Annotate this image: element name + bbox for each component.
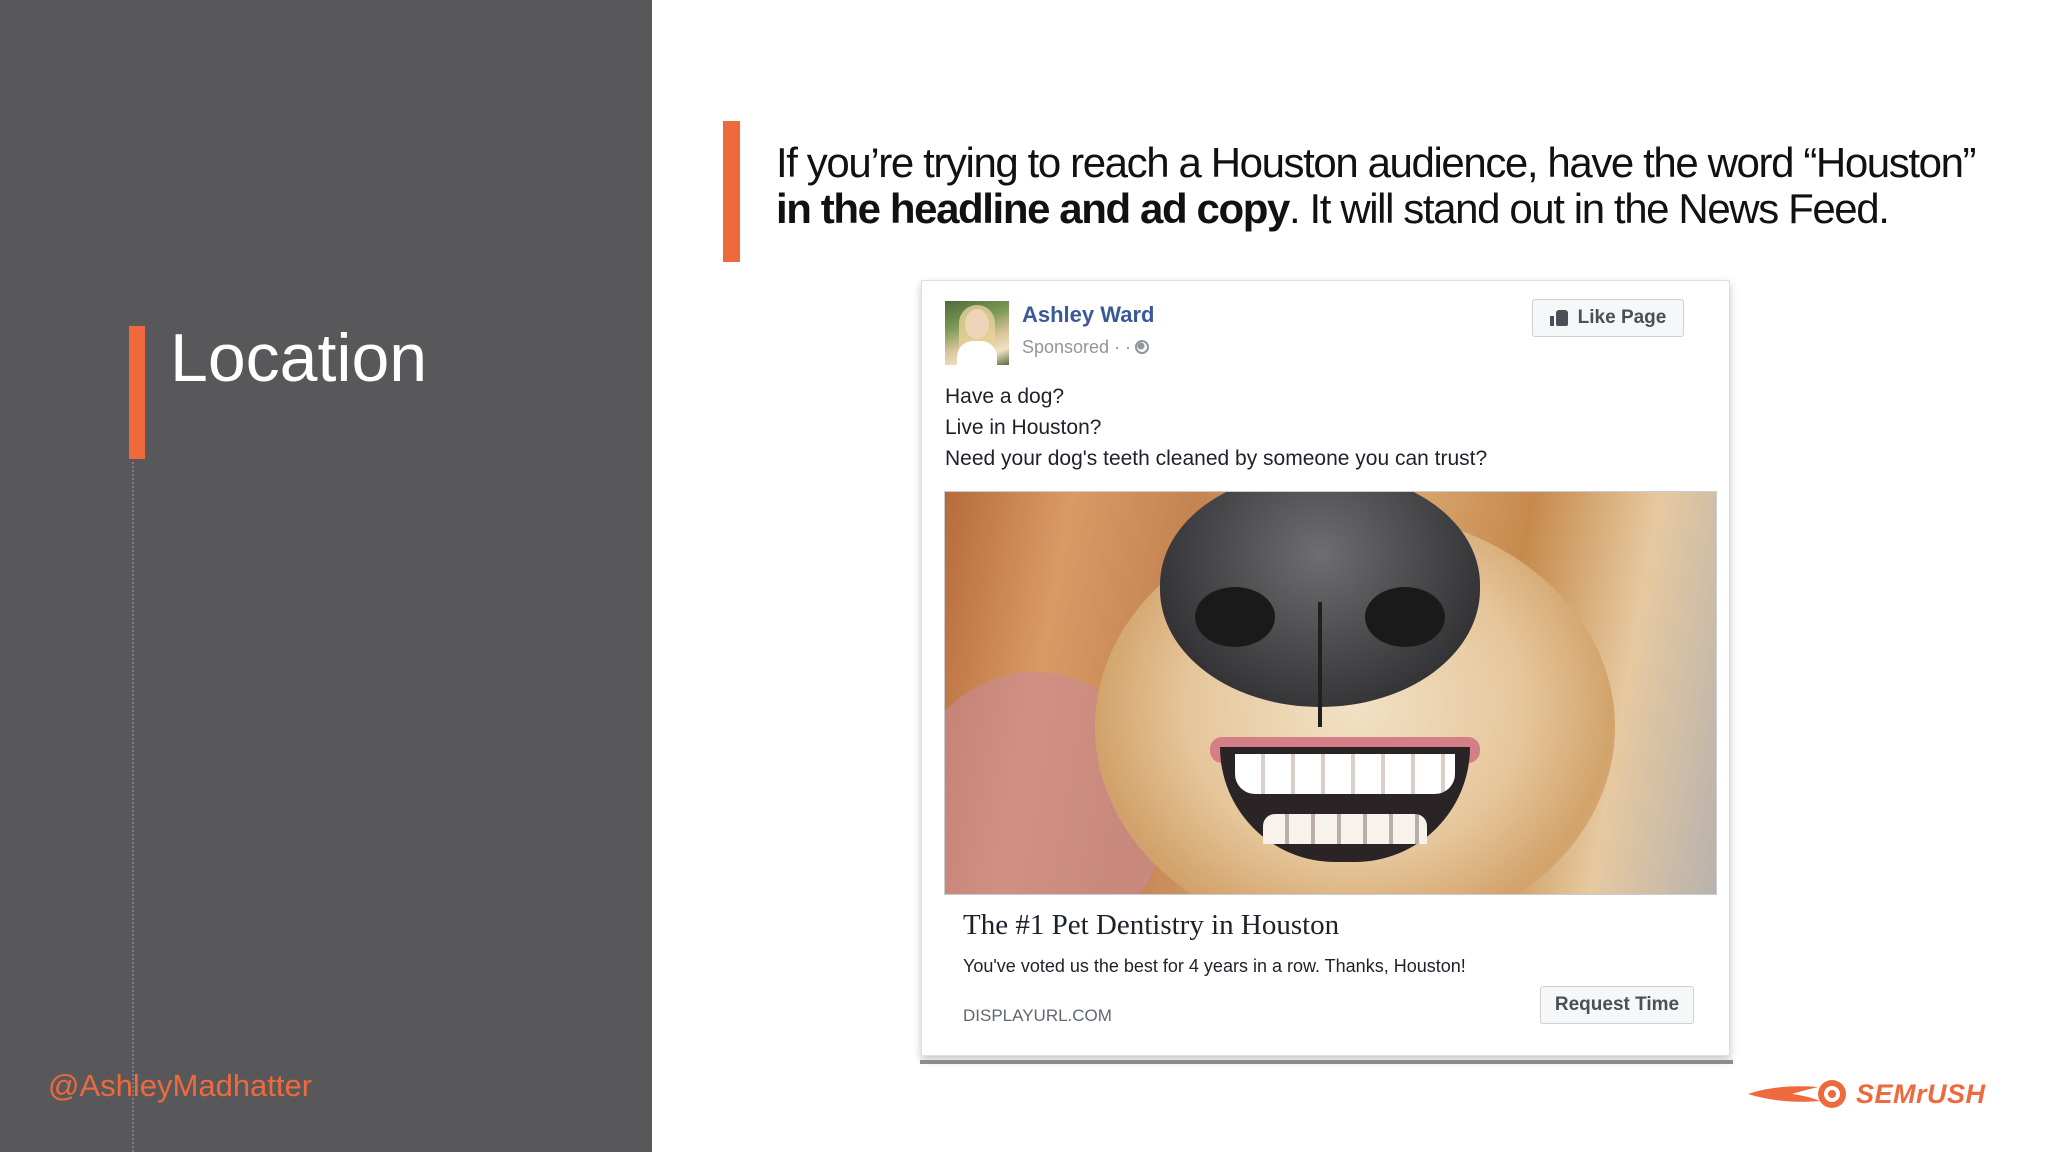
- like-page-label: Like Page: [1577, 307, 1667, 328]
- ad-description: You've voted us the best for 4 years in …: [963, 956, 1466, 976]
- quote-bold-part: in the headline and ad copy: [776, 185, 1290, 232]
- dotted-divider: [132, 462, 134, 1152]
- semrush-wordmark: SEMrUSH: [1856, 1078, 1986, 1109]
- like-page-button[interactable]: Like Page: [1532, 299, 1684, 337]
- ad-copy-line: Have a dog?: [945, 385, 1065, 408]
- section-title: Location: [170, 320, 428, 396]
- page-avatar[interactable]: [945, 301, 1009, 365]
- quote-part-1: If you’re trying to reach a Houston audi…: [776, 139, 1977, 186]
- facebook-ad-card: Ashley Ward Sponsored · · Like Page Have…: [921, 280, 1730, 1056]
- ad-image-dog-teeth[interactable]: [944, 491, 1717, 895]
- request-time-button[interactable]: Request Time: [1540, 986, 1694, 1024]
- ad-shadow-line: [920, 1060, 1733, 1064]
- sponsored-label: Sponsored · ·: [1022, 337, 1150, 358]
- left-panel: [0, 0, 652, 1152]
- quote-part-2: . It will stand out in the News Feed.: [1288, 185, 1890, 232]
- quote-accent-bar: [723, 121, 740, 262]
- semrush-logo: SEMrUSH: [1748, 1077, 1986, 1111]
- ad-copy-line: Live in Houston?: [945, 416, 1102, 439]
- ad-copy-line: Need your dog's teeth cleaned by someone…: [945, 447, 1488, 470]
- twitter-handle: @AshleyMadhatter: [48, 1068, 313, 1103]
- section-accent-bar: [129, 326, 145, 459]
- page-name-link[interactable]: Ashley Ward: [1022, 302, 1154, 328]
- semrush-fireball-icon: [1748, 1080, 1846, 1108]
- ad-copy: Have a dog? Live in Houston? Need your d…: [945, 381, 1705, 474]
- quote-text: If you’re trying to reach a Houston audi…: [776, 140, 2016, 232]
- ad-headline[interactable]: The #1 Pet Dentistry in Houston: [963, 909, 1339, 942]
- sponsored-text: Sponsored · ·: [1022, 337, 1132, 357]
- display-url[interactable]: DISPLAYURL.COM: [963, 1006, 1112, 1026]
- globe-icon: [1135, 340, 1150, 354]
- thumbs-up-icon: [1549, 310, 1568, 326]
